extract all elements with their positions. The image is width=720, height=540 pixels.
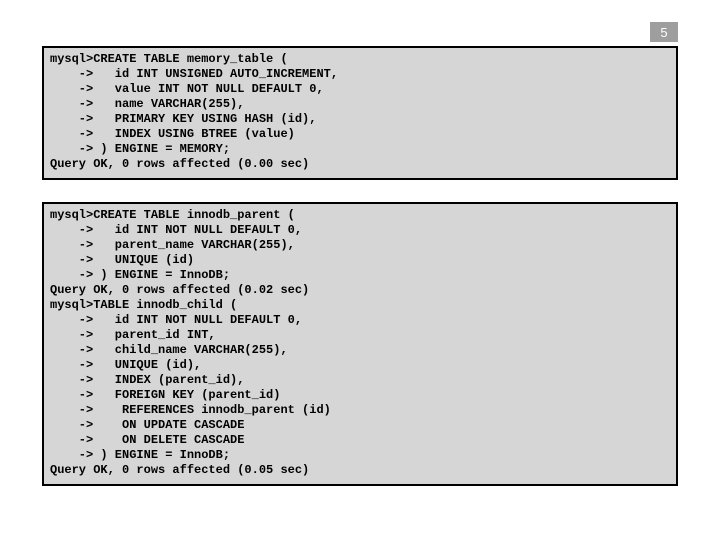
page-number-badge: 5: [650, 22, 678, 42]
code-block-memory-table: mysql>CREATE TABLE memory_table ( -> id …: [42, 46, 678, 180]
code-block-innodb-tables: mysql>CREATE TABLE innodb_parent ( -> id…: [42, 202, 678, 486]
slide-page: 5 mysql>CREATE TABLE memory_table ( -> i…: [0, 0, 720, 540]
page-number: 5: [660, 25, 667, 40]
